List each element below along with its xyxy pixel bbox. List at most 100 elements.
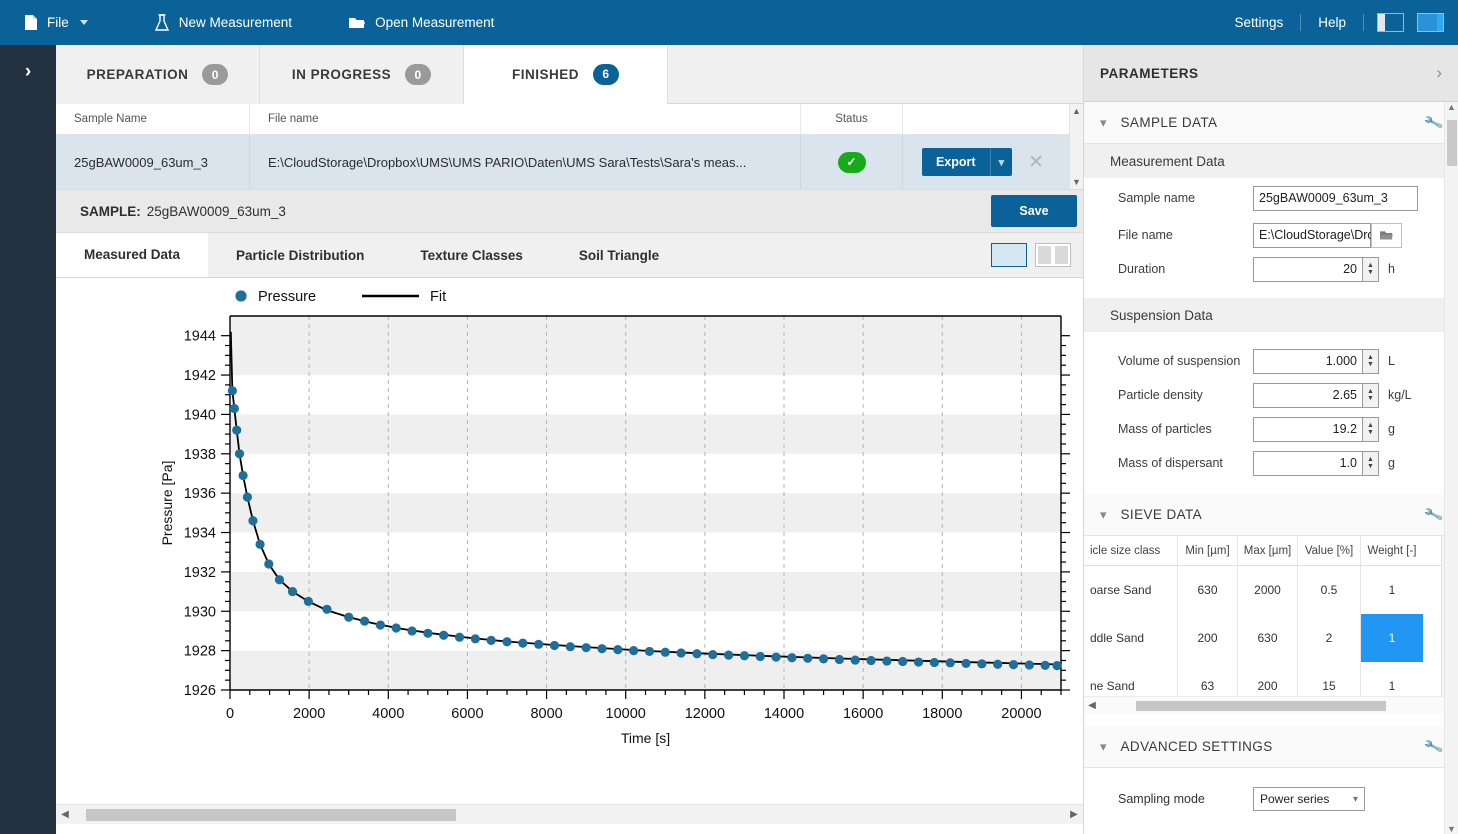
field-file-name-label: File name xyxy=(1118,228,1173,242)
scroll-thumb[interactable] xyxy=(1446,120,1457,166)
scroll-thumb[interactable] xyxy=(86,808,456,821)
duration-stepper[interactable]: ▲ ▼ xyxy=(1363,256,1379,282)
mass-particles-input[interactable]: 19.2 xyxy=(1253,416,1363,442)
table-row[interactable]: ne Sand 63 200 15 1 xyxy=(1084,662,1458,696)
tab-preparation[interactable]: PREPARATION 0 xyxy=(56,45,260,104)
scroll-right-icon[interactable]: ▶ xyxy=(1065,809,1083,820)
field-mass-of-particles: Mass of particles 19.2 ▲ ▼ g xyxy=(1084,412,1458,446)
file-menu-button[interactable]: File xyxy=(10,0,102,45)
view-single-button[interactable] xyxy=(991,243,1027,267)
section-advanced-settings[interactable]: ▾ ADVANCED SETTINGS 🔧 xyxy=(1084,726,1458,768)
particle-density-unit: kg/L xyxy=(1388,388,1412,402)
sieve-table-horizontal-scrollbar[interactable]: ◀ ▶ xyxy=(1084,696,1458,714)
top-toolbar: File New Measurement Open Measurement Se… xyxy=(0,0,1458,45)
mass-dispersant-input[interactable]: 1.0 xyxy=(1253,450,1363,476)
svg-text:1930: 1930 xyxy=(184,604,216,620)
chevron-right-icon[interactable]: › xyxy=(1436,63,1442,83)
close-icon[interactable]: ✕ xyxy=(1028,153,1044,172)
layout-single-button[interactable] xyxy=(1377,13,1404,32)
export-button[interactable]: Export ▾ xyxy=(921,148,1013,176)
tab-bar-filler xyxy=(668,45,1083,103)
sieve-cell-class: ne Sand xyxy=(1084,662,1178,696)
chevron-down-icon xyxy=(79,20,88,25)
scroll-up-icon[interactable]: ▲ xyxy=(1072,104,1081,118)
scroll-thumb[interactable] xyxy=(1136,700,1386,711)
wrench-icon[interactable]: 🔧 xyxy=(1422,112,1444,134)
tab-texture-classes[interactable]: Texture Classes xyxy=(392,233,551,277)
new-measurement-button[interactable]: New Measurement xyxy=(140,0,306,45)
sieve-cell-weight[interactable]: 1 xyxy=(1361,566,1423,614)
svg-text:Pressure: Pressure xyxy=(258,289,316,305)
mass-dispersant-unit: g xyxy=(1388,456,1395,470)
mass-particles-stepper[interactable]: ▲ ▼ xyxy=(1363,416,1379,442)
main-content: PREPARATION 0 IN PROGRESS 0 FINISHED 6 S… xyxy=(56,45,1083,834)
help-link[interactable]: Help xyxy=(1301,15,1363,30)
wrench-icon[interactable]: 🔧 xyxy=(1422,736,1444,758)
open-measurement-button[interactable]: Open Measurement xyxy=(334,0,508,45)
sampling-mode-select[interactable]: Power series ▾ xyxy=(1253,787,1365,811)
sieve-data-table[interactable]: icle size class Min [µm] Max [µm] Value … xyxy=(1084,536,1458,696)
mass-particles-unit: g xyxy=(1388,422,1395,436)
tab-finished[interactable]: FINISHED 6 xyxy=(464,45,668,104)
tab-in-progress[interactable]: IN PROGRESS 0 xyxy=(260,45,464,104)
pressure-time-chart[interactable]: 1926 1928 1930 1932 1934 1936 1938 1940 1942 1944… xyxy=(56,278,1083,804)
tab-soil-triangle[interactable]: Soil Triangle xyxy=(550,233,688,277)
header-actions xyxy=(903,104,1063,134)
scroll-left-icon[interactable]: ◀ xyxy=(56,809,74,820)
particle-density-stepper[interactable]: ▲ ▼ xyxy=(1363,382,1379,408)
particle-density-input[interactable]: 2.65 xyxy=(1253,382,1363,408)
chart-view-controls xyxy=(991,233,1083,277)
new-measurement-label: New Measurement xyxy=(178,15,293,30)
scroll-down-icon[interactable]: ▼ xyxy=(1072,175,1081,189)
svg-text:14000: 14000 xyxy=(764,706,804,722)
parameters-panel: PARAMETERS › ▾ SAMPLE DATA 🔧 Measurement… xyxy=(1083,45,1458,834)
table-row[interactable]: ddle Sand 200 630 2 1 xyxy=(1084,614,1458,662)
header-sample-name: Sample Name xyxy=(56,104,250,134)
folder-open-icon xyxy=(1380,231,1393,240)
svg-text:1926: 1926 xyxy=(184,683,216,699)
wrench-icon[interactable]: 🔧 xyxy=(1422,504,1444,526)
layout-split-button[interactable] xyxy=(1417,13,1444,32)
tab-particle-distribution[interactable]: Particle Distribution xyxy=(208,233,393,277)
tab-measured-data[interactable]: Measured Data xyxy=(56,233,209,277)
volume-stepper[interactable]: ▲ ▼ xyxy=(1363,348,1379,374)
parameters-panel-scrollbar[interactable]: ▲ ▼ xyxy=(1444,102,1458,834)
mass-dispersant-stepper[interactable]: ▲ ▼ xyxy=(1363,450,1379,476)
measurement-list-scrollbar[interactable]: ▲ ▼ xyxy=(1069,104,1083,189)
duration-input[interactable]: 20 xyxy=(1253,256,1363,282)
chart-container: 1926 1928 1930 1932 1934 1936 1938 1940 1942 1944… xyxy=(56,278,1083,824)
sidebar-expand-icon[interactable]: › xyxy=(0,62,56,81)
volume-input[interactable]: 1.000 xyxy=(1253,348,1363,374)
section-sieve-data[interactable]: ▾ SIEVE DATA 🔧 xyxy=(1084,494,1458,536)
view-split-button[interactable] xyxy=(1035,243,1071,267)
svg-text:Time [s]: Time [s] xyxy=(621,730,670,746)
header-status: Status xyxy=(801,104,903,134)
sieve-table-header: icle size class Min [µm] Max [µm] Value … xyxy=(1084,536,1458,566)
field-mass-particles-label: Mass of particles xyxy=(1118,422,1212,436)
svg-text:10000: 10000 xyxy=(606,706,646,722)
sieve-cell-min: 630 xyxy=(1178,566,1238,614)
chevron-down-icon[interactable]: ▾ xyxy=(1100,115,1107,131)
save-button[interactable]: Save xyxy=(991,195,1077,227)
browse-folder-icon[interactable] xyxy=(1371,222,1402,248)
chevron-down-icon[interactable]: ▾ xyxy=(1100,507,1107,523)
section-sample-data[interactable]: ▾ SAMPLE DATA 🔧 xyxy=(1084,102,1458,144)
settings-link[interactable]: Settings xyxy=(1217,15,1300,30)
sieve-cell-max: 200 xyxy=(1238,662,1298,696)
sieve-header-value: Value [%] xyxy=(1298,536,1361,565)
row-status: ✓ xyxy=(801,135,903,189)
status-tab-bar: PREPARATION 0 IN PROGRESS 0 FINISHED 6 xyxy=(56,45,1083,104)
sieve-cell-value: 15 xyxy=(1298,662,1361,696)
chevron-down-icon[interactable]: ▾ xyxy=(991,156,1013,169)
sieve-cell-weight-selected[interactable]: 1 xyxy=(1361,614,1423,662)
scroll-down-icon[interactable]: ▼ xyxy=(1447,824,1456,834)
table-row[interactable]: 25gBAW0009_63um_3 E:\CloudStorage\Dropbo… xyxy=(56,135,1083,189)
chevron-down-icon[interactable]: ▾ xyxy=(1100,739,1107,755)
sieve-cell-weight[interactable]: 1 xyxy=(1361,662,1423,696)
file-name-input[interactable]: E:\CloudStorage\Dro xyxy=(1253,222,1374,248)
chart-horizontal-scrollbar[interactable]: ◀ ▶ xyxy=(56,804,1083,824)
scroll-left-icon[interactable]: ◀ xyxy=(1084,700,1100,711)
table-row[interactable]: oarse Sand 630 2000 0.5 1 xyxy=(1084,566,1458,614)
sample-name-input[interactable]: 25gBAW0009_63um_3 xyxy=(1253,185,1418,211)
scroll-up-icon[interactable]: ▲ xyxy=(1447,102,1456,112)
